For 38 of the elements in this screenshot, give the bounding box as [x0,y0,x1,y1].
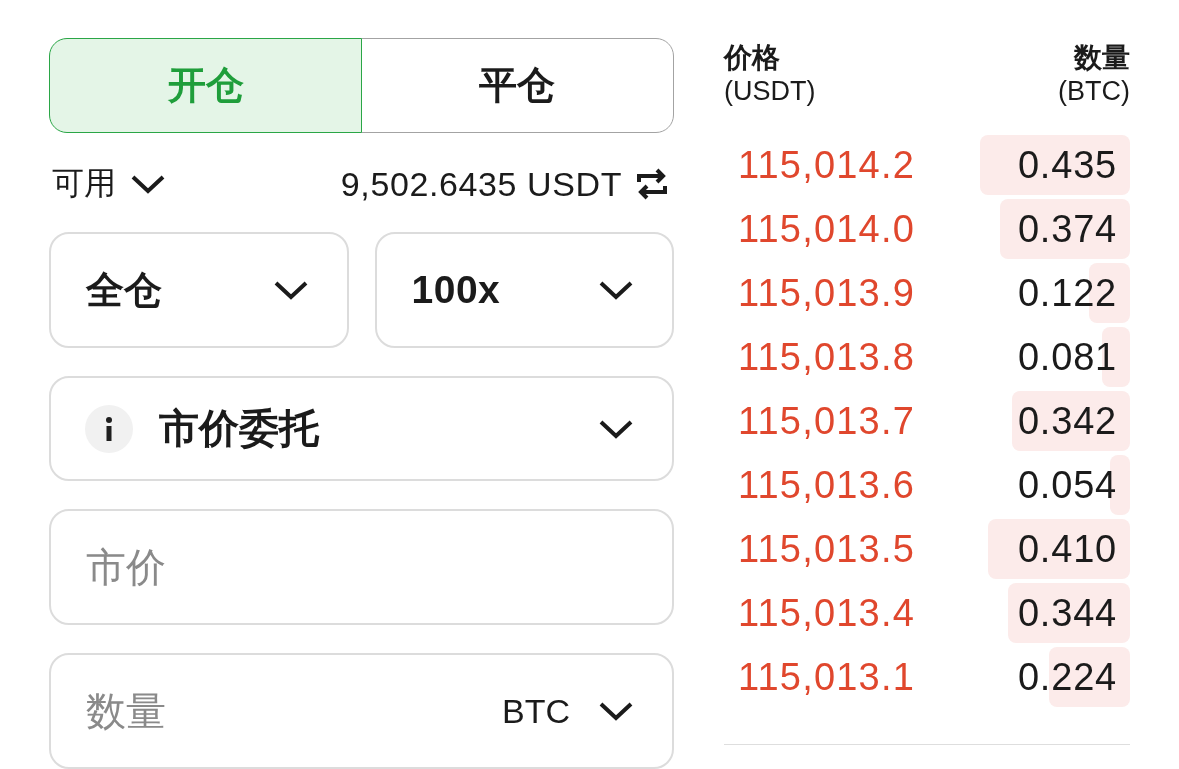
ask-price: 115,013.1 [738,655,916,699]
available-balance: 9,502.6435 USDT [340,164,622,204]
info-icon[interactable] [85,404,133,453]
ask-price: 115,014.2 [738,143,916,187]
chevron-down-icon [598,280,634,301]
ask-amount: 0.054 [1017,463,1117,507]
ask-amount: 0.435 [1017,143,1117,187]
ask-price: 115,013.5 [738,527,916,571]
ask-price: 115,013.9 [738,271,916,315]
ask-price: 115,013.8 [738,335,916,379]
chevron-down-icon [130,174,166,195]
chevron-down-icon [272,280,309,301]
column-unit: (USDT) [724,75,816,108]
order-type-dropdown[interactable]: 市价委托 [49,376,674,481]
available-dropdown[interactable]: 可用 [49,162,166,207]
swap-arrows-icon[interactable] [636,168,668,201]
column-header: 数量 [1074,42,1130,74]
ask-price: 115,013.4 [738,591,916,635]
ask-amount: 0.344 [1017,591,1117,635]
ask-amount: 0.374 [1017,207,1117,251]
chevron-down-icon [598,701,634,721]
amount-field[interactable]: 数量 BTC [49,653,674,769]
ask-amount: 0.122 [1017,271,1117,315]
ask-amount: 0.081 [1017,335,1117,379]
ask-price: 115,013.7 [738,399,916,443]
margin-mode-dropdown[interactable]: 全仓 [49,232,349,349]
ask-amount: 0.410 [1017,527,1117,571]
column-unit: (BTC) [1058,75,1130,108]
order-side-tab[interactable]: 平仓 [360,38,674,134]
chevron-down-icon [598,418,634,439]
ask-amount: 0.342 [1017,399,1117,443]
leverage-dropdown[interactable]: 100x [374,232,674,349]
price-field[interactable]: 市价 [49,509,674,625]
ask-price: 115,014.0 [738,207,916,251]
ask-amount: 0.224 [1017,655,1117,699]
unit-dropdown[interactable]: BTC [502,691,634,731]
column-header: 价格 [724,42,781,74]
ask-price: 115,013.6 [738,463,916,507]
